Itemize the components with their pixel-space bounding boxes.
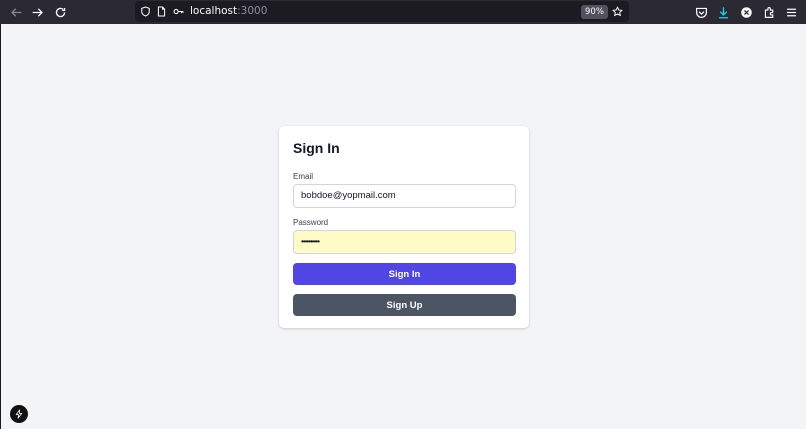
url-bar[interactable]: localhost:3000 90% <box>135 1 629 22</box>
password-field[interactable]: •••••••••• <box>293 230 516 254</box>
puzzle-icon[interactable] <box>760 3 778 21</box>
reload-icon[interactable] <box>51 3 69 21</box>
email-label: Email <box>293 172 314 181</box>
download-icon[interactable] <box>714 3 732 21</box>
pocket-icon[interactable] <box>692 3 710 21</box>
page-icon[interactable] <box>155 5 168 18</box>
url-text[interactable]: localhost:3000 <box>190 5 267 17</box>
star-icon[interactable] <box>611 5 624 18</box>
page-viewport: Sign In Email bobdoe@yopmail.com Passwor… <box>0 24 806 429</box>
password-label: Password <box>293 218 329 227</box>
forward-icon[interactable] <box>28 3 46 21</box>
back-icon[interactable] <box>7 3 25 21</box>
url-host: localhost <box>190 5 238 17</box>
browser-toolbar: localhost:3000 90% <box>0 0 806 24</box>
dev-tools-icon[interactable] <box>10 405 28 423</box>
sign-up-button[interactable]: Sign Up <box>293 294 516 316</box>
sign-in-card: Sign In Email bobdoe@yopmail.com Passwor… <box>279 126 529 328</box>
email-field[interactable]: bobdoe@yopmail.com <box>293 184 516 208</box>
sign-in-button[interactable]: Sign In <box>293 263 516 285</box>
zoom-badge[interactable]: 90% <box>581 5 608 19</box>
url-port: :3000 <box>237 5 268 17</box>
form-title: Sign In <box>293 140 340 156</box>
menu-icon[interactable] <box>782 3 800 21</box>
key-icon[interactable] <box>172 5 185 18</box>
extension-icon[interactable] <box>737 3 755 21</box>
shield-icon[interactable] <box>139 5 152 18</box>
